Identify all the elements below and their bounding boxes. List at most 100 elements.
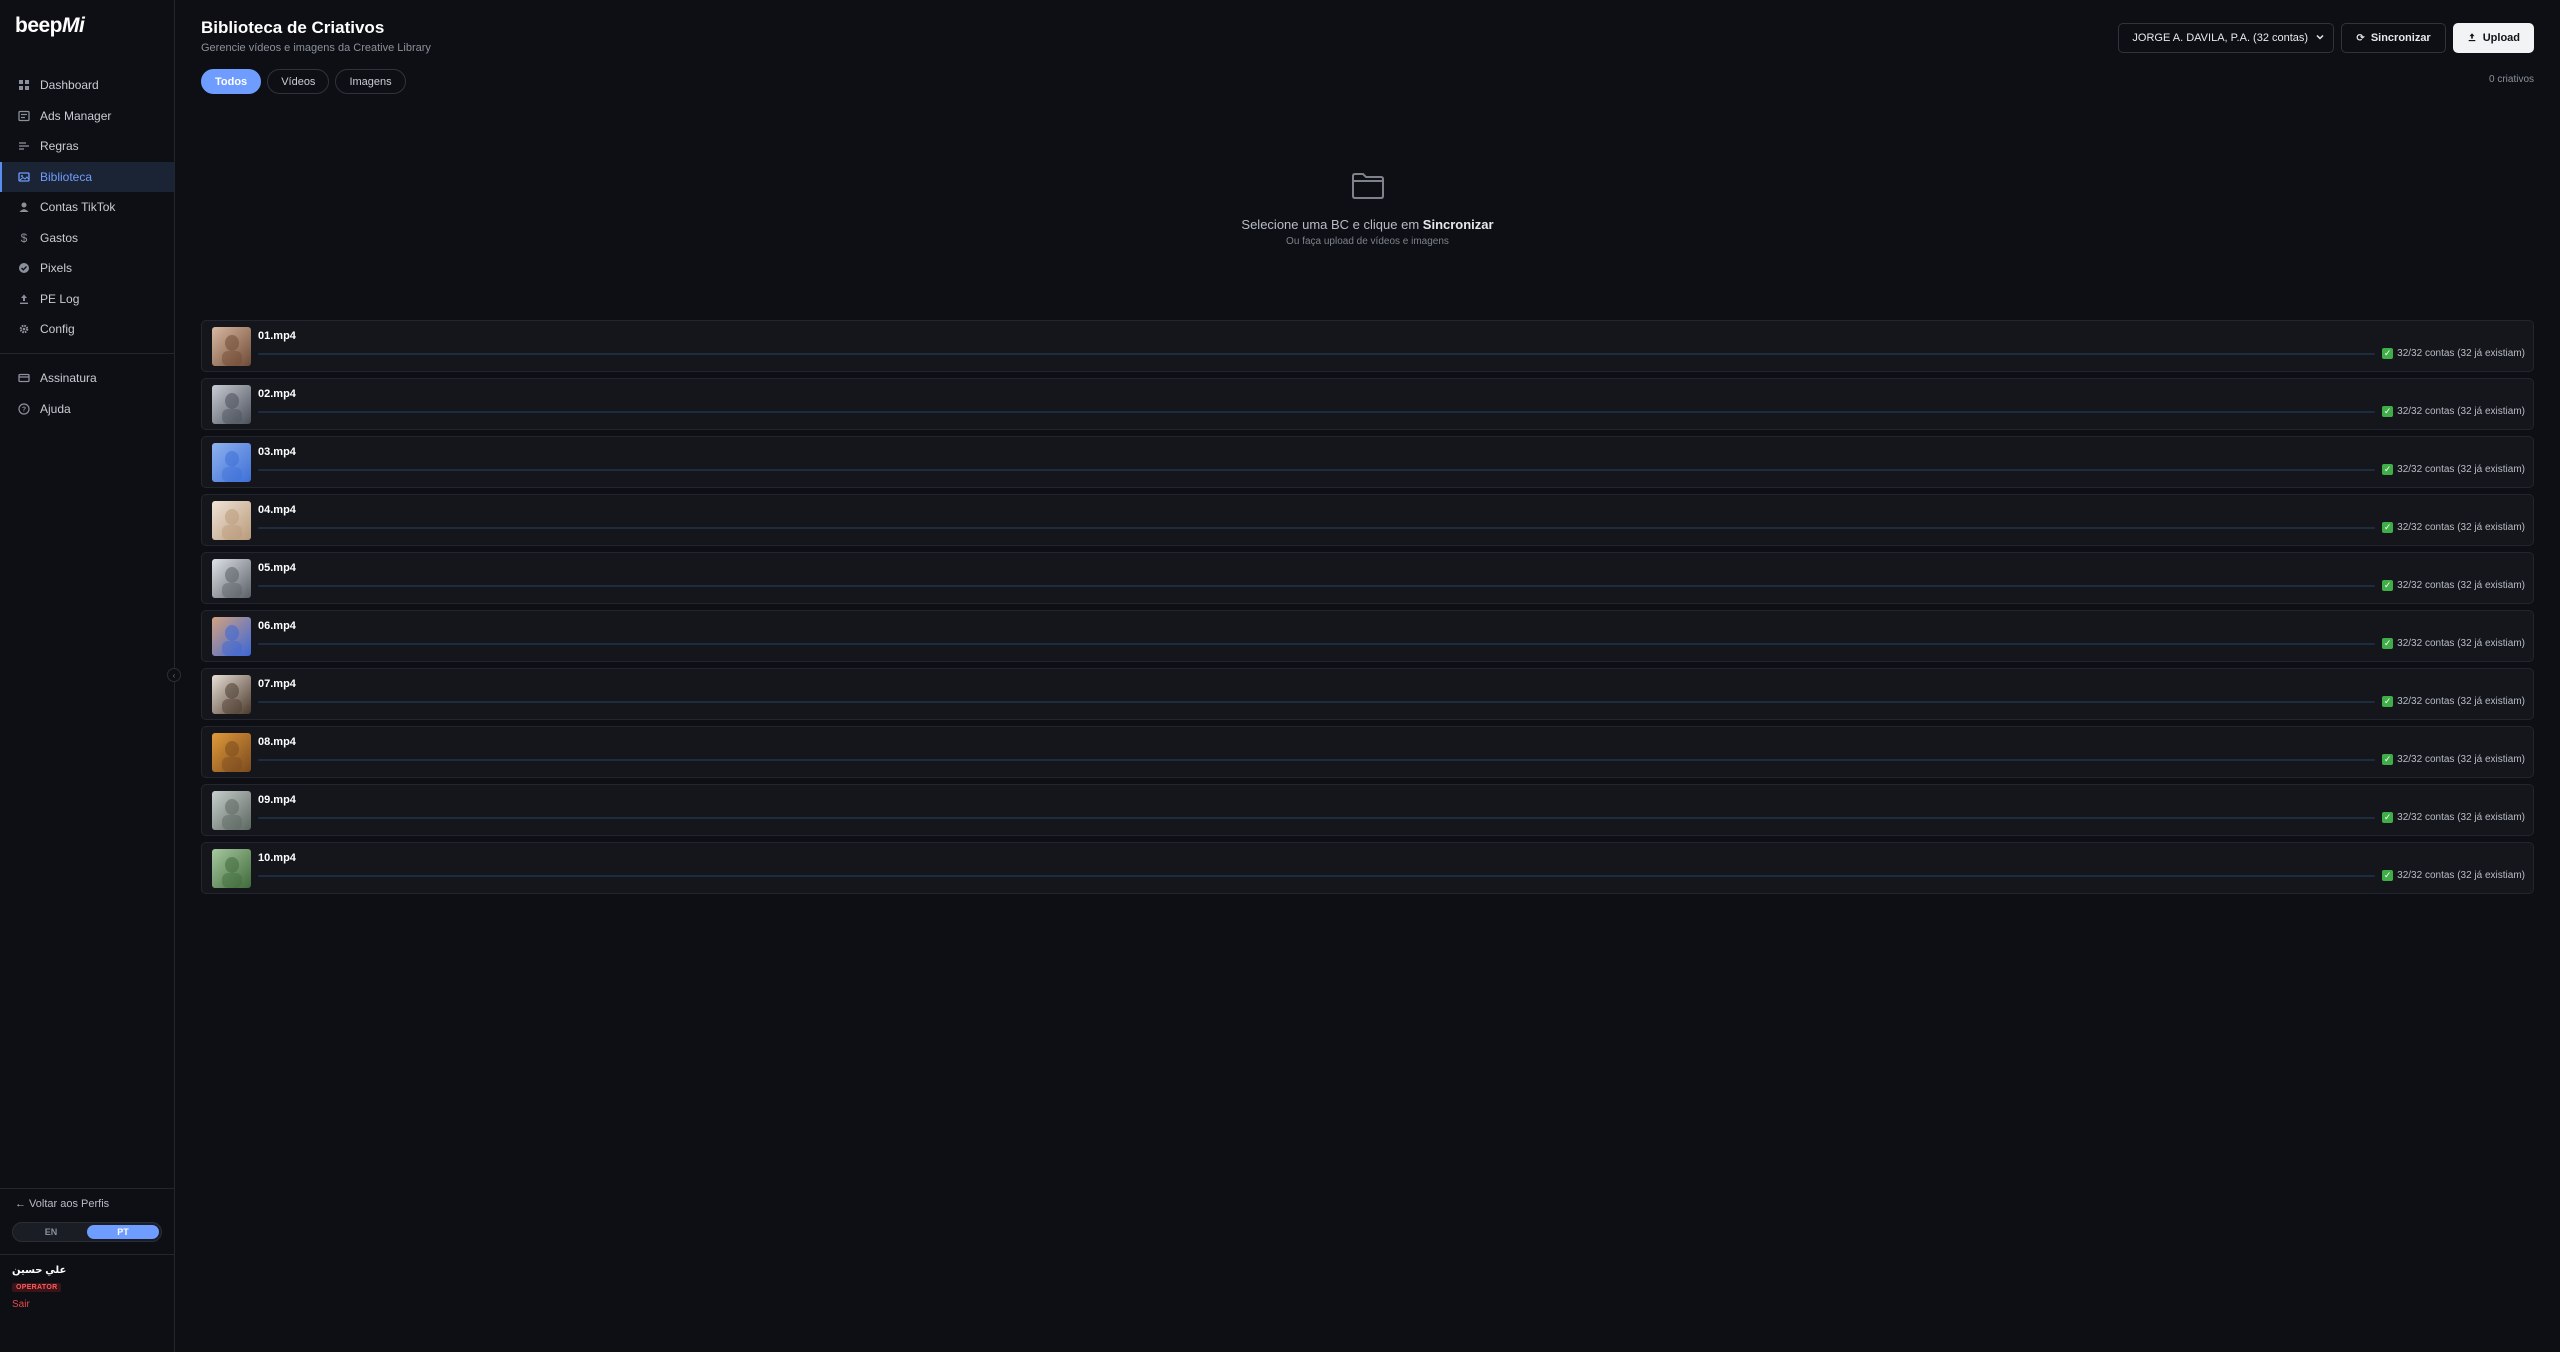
dollar-icon: $ <box>20 230 28 245</box>
sidebar-item-label: Gastos <box>40 230 79 245</box>
sidebar-item-dashboard[interactable]: Dashboard <box>0 70 174 100</box>
creatives-count: 0 criativos <box>2488 74 2534 85</box>
lang-pt-option[interactable]: PT <box>87 1225 159 1239</box>
sidebar-item-label: Biblioteca <box>40 169 93 184</box>
sidebar-item-ajuda[interactable]: ? Ajuda <box>0 394 174 424</box>
filter-all[interactable]: Todos <box>201 69 262 94</box>
page-title: Biblioteca de Criativos <box>201 18 385 37</box>
sidebar-item-assinatura[interactable]: Assinatura <box>0 363 174 393</box>
sidebar-item-ads-manager[interactable]: Ads Manager <box>0 101 174 131</box>
sidebar-item-label: Ads Manager <box>40 108 112 123</box>
upload-status-text: 32/32 contas (32 já existiam) <box>2397 406 2525 417</box>
page-subtitle: Gerencie vídeos e imagens da Creative Li… <box>201 42 431 54</box>
upload-button[interactable]: Upload <box>2452 23 2534 53</box>
logout-link[interactable]: Sair <box>12 1299 162 1310</box>
video-thumbnail <box>212 733 251 772</box>
file-name: 02.mp4 <box>258 388 296 400</box>
upload-row[interactable]: 09.mp4 ✓ 32/32 contas (32 já existiam) <box>201 784 2534 836</box>
upload-row[interactable]: 03.mp4 ✓ 32/32 contas (32 já existiam) <box>201 436 2534 488</box>
empty-state: Selecione uma BC e clique em Sincronizar… <box>201 172 2534 247</box>
upload-row[interactable]: 10.mp4 ✓ 32/32 contas (32 já existiam) <box>201 842 2534 894</box>
file-name: 07.mp4 <box>258 678 296 690</box>
gear-icon <box>18 323 30 335</box>
check-icon: ✓ <box>2382 812 2394 823</box>
video-thumbnail <box>212 791 251 830</box>
upload-status-text: 32/32 contas (32 já existiam) <box>2397 754 2525 765</box>
upload-status-text: 32/32 contas (32 já existiam) <box>2397 464 2525 475</box>
upload-list: 01.mp4 ✓ 32/32 contas (32 já existiam) 02.m… <box>201 320 2534 900</box>
upload-progress-fill <box>258 643 2375 645</box>
video-thumbnail <box>212 385 251 424</box>
file-name: 08.mp4 <box>258 736 296 748</box>
upload-status: ✓ 32/32 contas (32 já existiam) <box>2382 406 2525 417</box>
sync-button[interactable]: ⟳ Sincronizar <box>2341 23 2446 53</box>
upload-status-text: 32/32 contas (32 já existiam) <box>2397 522 2525 533</box>
rules-icon <box>18 140 30 152</box>
sidebar-item-regras[interactable]: Regras <box>0 131 174 161</box>
upload-progress-bar <box>258 469 2375 471</box>
upload-icon <box>2467 32 2477 45</box>
upload-row[interactable]: 05.mp4 ✓ 32/32 contas (32 já existiam) <box>201 552 2534 604</box>
upload-status: ✓ 32/32 contas (32 já existiam) <box>2382 754 2525 765</box>
sidebar-item-label: Contas TikTok <box>40 200 116 214</box>
account-select[interactable]: JORGE A. DAVILA, P.A. (32 contas) <box>2118 23 2335 53</box>
grid-icon <box>18 79 30 91</box>
ads-icon <box>18 110 30 122</box>
lang-en-option[interactable]: EN <box>15 1225 87 1239</box>
video-thumbnail <box>212 617 251 656</box>
upload-icon <box>18 293 30 305</box>
upload-progress-bar <box>258 527 2375 529</box>
upload-row[interactable]: 04.mp4 ✓ 32/32 contas (32 já existiam) <box>201 494 2534 546</box>
sync-button-label: Sincronizar <box>2370 32 2431 44</box>
back-to-profiles-link[interactable]: ← Voltar aos Perfis <box>0 1189 174 1219</box>
sidebar: beepMi Dashboard Ads Manager Regras Bibl… <box>0 0 175 1352</box>
upload-row[interactable]: 08.mp4 ✓ 32/32 contas (32 já existiam) <box>201 726 2534 778</box>
sidebar-collapse-button[interactable]: ‹ <box>167 668 181 682</box>
upload-row[interactable]: 07.mp4 ✓ 32/32 contas (32 já existiam) <box>201 668 2534 720</box>
check-icon: ✓ <box>2382 348 2394 359</box>
upload-status: ✓ 32/32 contas (32 já existiam) <box>2382 638 2525 649</box>
sidebar-item-pixels[interactable]: Pixels <box>0 253 174 283</box>
check-icon: ✓ <box>2382 638 2394 649</box>
sidebar-item-label: PE Log <box>40 291 80 306</box>
empty-message-text: Selecione uma BC e clique em <box>1241 217 1423 232</box>
sidebar-item-biblioteca[interactable]: Biblioteca <box>0 161 174 192</box>
sidebar-item-pe-log[interactable]: PE Log <box>0 284 174 314</box>
library-icon <box>18 171 30 183</box>
file-name: 10.mp4 <box>258 852 296 864</box>
brand-logo[interactable]: beepMi <box>15 14 85 38</box>
check-circle-icon <box>18 262 30 274</box>
empty-state-message: Selecione uma BC e clique em Sincronizar <box>201 217 2534 232</box>
sidebar-item-label: Ajuda <box>40 401 71 416</box>
file-name: 01.mp4 <box>258 330 296 342</box>
folder-icon <box>1351 172 1385 200</box>
file-name: 05.mp4 <box>258 562 296 574</box>
file-name: 04.mp4 <box>258 504 296 516</box>
upload-progress-fill <box>258 527 2375 529</box>
upload-row[interactable]: 02.mp4 ✓ 32/32 contas (32 já existiam) <box>201 378 2534 430</box>
sidebar-item-contas-tiktok[interactable]: Contas TikTok <box>0 192 174 222</box>
upload-progress-bar <box>258 759 2375 761</box>
upload-progress-bar <box>258 411 2375 413</box>
language-toggle[interactable]: EN PT <box>12 1222 162 1242</box>
check-icon: ✓ <box>2382 406 2394 417</box>
upload-progress-bar <box>258 875 2375 877</box>
upload-row[interactable]: 06.mp4 ✓ 32/32 contas (32 já existiam) <box>201 610 2534 662</box>
check-icon: ✓ <box>2382 522 2394 533</box>
filter-images[interactable]: Imagens <box>335 69 406 94</box>
check-icon: ✓ <box>2382 754 2394 765</box>
upload-progress-fill <box>258 353 2375 355</box>
user-block: علي حسين OPERATOR Sair <box>0 1254 174 1320</box>
video-thumbnail <box>212 849 251 888</box>
upload-progress-fill <box>258 469 2375 471</box>
sidebar-item-gastos[interactable]: $ Gastos <box>0 223 174 253</box>
logo-text: beep <box>15 14 63 37</box>
upload-progress-bar <box>258 817 2375 819</box>
upload-row[interactable]: 01.mp4 ✓ 32/32 contas (32 já existiam) <box>201 320 2534 372</box>
filter-videos[interactable]: Vídeos <box>267 69 330 94</box>
empty-message-bold: Sincronizar <box>1422 217 1494 232</box>
upload-progress-fill <box>258 817 2375 819</box>
check-icon: ✓ <box>2382 870 2394 881</box>
upload-status: ✓ 32/32 contas (32 já existiam) <box>2382 522 2525 533</box>
sidebar-item-config[interactable]: Config <box>0 314 174 344</box>
